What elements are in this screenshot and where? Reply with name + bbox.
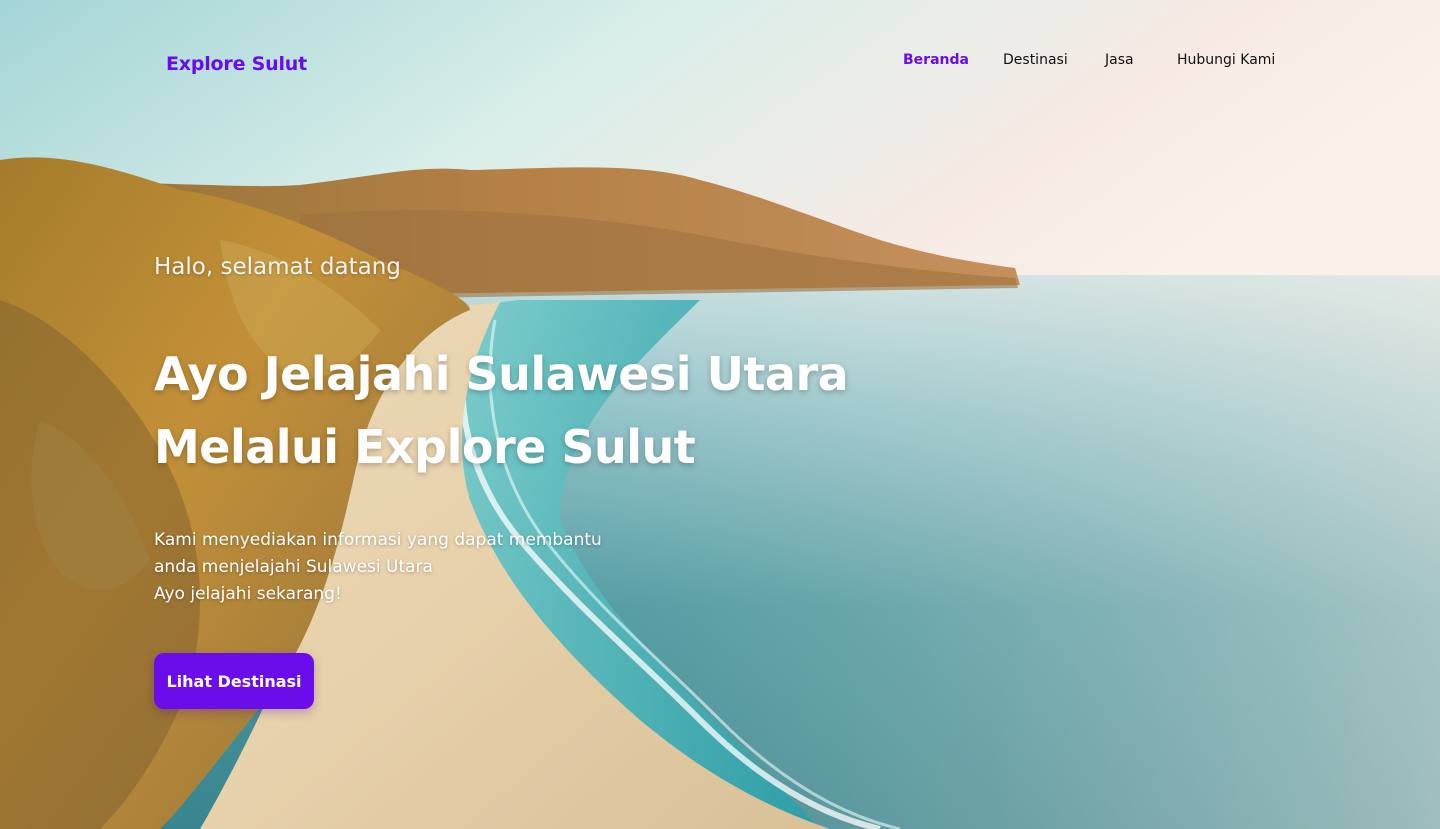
nav-link-beranda[interactable]: Beranda <box>903 52 969 68</box>
see-destinations-button[interactable]: Lihat Destinasi <box>154 653 314 709</box>
hero-headline-line-2: Melalui Explore Sulut <box>154 420 696 474</box>
hero-headline: Ayo Jelajahi Sulawesi Utara Melalui Expl… <box>154 338 914 484</box>
hero-greeting: Halo, selamat datang <box>154 254 401 280</box>
hero-description-line-1: Kami menyediakan informasi yang dapat me… <box>154 530 602 550</box>
navbar: Explore Sulut Beranda Destinasi Jasa Hub… <box>0 0 1440 130</box>
nav-link-destinasi[interactable]: Destinasi <box>1003 52 1068 68</box>
hero-headline-line-1: Ayo Jelajahi Sulawesi Utara <box>154 347 849 401</box>
hero-description: Kami menyediakan informasi yang dapat me… <box>154 527 714 608</box>
nav-link-hubungi-kami[interactable]: Hubungi Kami <box>1177 52 1275 68</box>
nav-links: Beranda Destinasi Jasa Hubungi Kami <box>0 52 1440 72</box>
nav-link-jasa[interactable]: Jasa <box>1105 52 1134 68</box>
hero-section: Explore Sulut Beranda Destinasi Jasa Hub… <box>0 0 1440 829</box>
hero-description-line-2: anda menjelajahi Sulawesi Utara <box>154 557 433 577</box>
hero-description-line-3: Ayo jelajahi sekarang! <box>154 584 342 604</box>
